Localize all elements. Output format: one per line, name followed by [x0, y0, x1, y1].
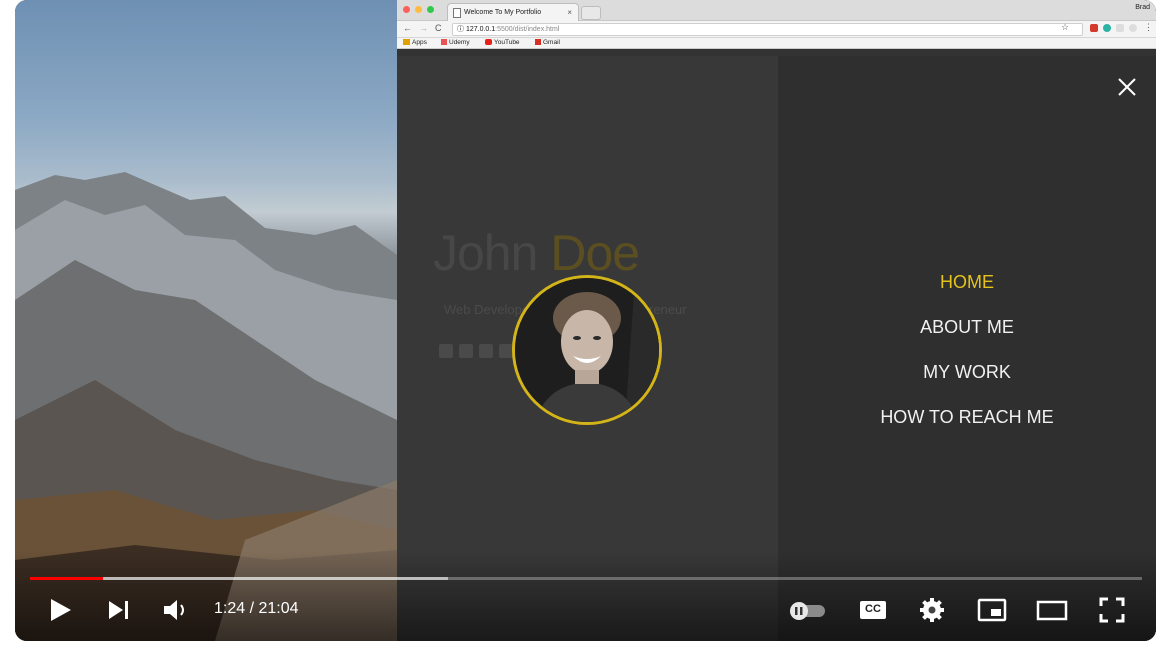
time-display: 1:24 / 21:04	[214, 600, 299, 618]
back-arrow-icon[interactable]: ←	[403, 23, 412, 33]
play-icon[interactable]	[45, 594, 77, 626]
nav-about-me[interactable]: ABOUT ME	[778, 317, 1156, 338]
url-path: :5500/dist/index.html	[495, 26, 560, 33]
close-menu-icon[interactable]	[1116, 76, 1138, 98]
gmail-icon	[535, 39, 541, 45]
document-icon	[453, 8, 461, 18]
more-menu-icon[interactable]: ⋮	[1144, 22, 1153, 33]
youtube-icon	[485, 39, 492, 45]
browser-tab[interactable]: Welcome To My Portfolio ×	[447, 3, 579, 21]
tab-bar: Welcome To My Portfolio × Brad	[397, 0, 1156, 21]
bookmark-label: Apps	[412, 39, 427, 46]
captions-button[interactable]: CC	[857, 594, 889, 626]
bookmarks-bar: Apps Udemy YouTube Gmail	[397, 38, 1156, 49]
udemy-icon	[441, 39, 447, 45]
bookmark-gmail[interactable]: Gmail	[535, 38, 560, 48]
video-player[interactable]: Welcome To My Portfolio × Brad ← → C ⓘ 1…	[15, 0, 1156, 641]
bookmark-youtube[interactable]: YouTube	[485, 38, 520, 48]
mountain-wallpaper	[15, 0, 397, 641]
github-icon[interactable]	[499, 344, 513, 358]
settings-gear-icon[interactable]	[916, 594, 948, 626]
profile-name[interactable]: Brad	[1135, 4, 1150, 11]
maximize-window-button[interactable]	[427, 6, 434, 13]
address-input[interactable]: ⓘ 127.0.0.1:5500/dist/index.html	[452, 23, 1083, 36]
first-name: John	[433, 225, 538, 281]
facebook-icon[interactable]	[459, 344, 473, 358]
nav-home[interactable]: HOME	[778, 272, 1156, 293]
next-icon[interactable]	[103, 594, 135, 626]
extension-icon[interactable]	[1103, 24, 1111, 32]
nav-my-work[interactable]: MY WORK	[778, 362, 1156, 383]
avatar	[512, 275, 662, 425]
extension-icon[interactable]	[1090, 24, 1098, 32]
extension-icon[interactable]	[1116, 24, 1124, 32]
linkedin-icon[interactable]	[479, 344, 493, 358]
twitter-icon[interactable]	[439, 344, 453, 358]
minimize-window-button[interactable]	[415, 6, 422, 13]
played-bar	[30, 577, 104, 580]
captions-label: CC	[865, 603, 881, 615]
theater-mode-icon[interactable]	[1036, 594, 1068, 626]
close-window-button[interactable]	[403, 6, 410, 13]
new-tab-button[interactable]	[581, 6, 601, 20]
star-icon[interactable]: ☆	[1061, 22, 1069, 33]
bookmark-label: Udemy	[449, 39, 470, 46]
forward-arrow-icon[interactable]: →	[419, 23, 428, 33]
reload-icon[interactable]: C	[435, 23, 442, 33]
tab-close-icon[interactable]: ×	[567, 4, 572, 21]
url-bar: ← → C ⓘ 127.0.0.1:5500/dist/index.html ☆…	[397, 21, 1156, 38]
url-host: 127.0.0.1	[465, 26, 496, 33]
last-name: Doe	[550, 225, 640, 281]
time-separator: /	[245, 600, 259, 617]
bookmark-udemy[interactable]: Udemy	[441, 38, 470, 48]
bookmark-label: YouTube	[494, 39, 520, 46]
current-time: 1:24	[214, 600, 246, 617]
autoplay-toggle[interactable]	[785, 594, 831, 626]
volume-icon[interactable]	[160, 594, 192, 626]
fullscreen-icon[interactable]	[1096, 594, 1128, 626]
nav-how-to-reach-me[interactable]: HOW TO REACH ME	[778, 407, 1156, 428]
tab-title: Welcome To My Portfolio	[464, 9, 542, 16]
apps-grid-icon	[403, 39, 410, 45]
browser-window: Welcome To My Portfolio × Brad ← → C ⓘ 1…	[397, 0, 1156, 641]
bookmark-apps[interactable]: Apps	[403, 38, 427, 48]
extension-icon[interactable]	[1129, 24, 1137, 32]
miniplayer-icon[interactable]	[976, 594, 1008, 626]
duration: 21:04	[258, 600, 299, 617]
hero-name: John Doe	[433, 224, 640, 282]
social-links	[439, 344, 519, 361]
progress-bar[interactable]	[30, 577, 1142, 580]
bookmark-label: Gmail	[543, 39, 560, 46]
info-icon[interactable]: ⓘ	[457, 26, 466, 33]
